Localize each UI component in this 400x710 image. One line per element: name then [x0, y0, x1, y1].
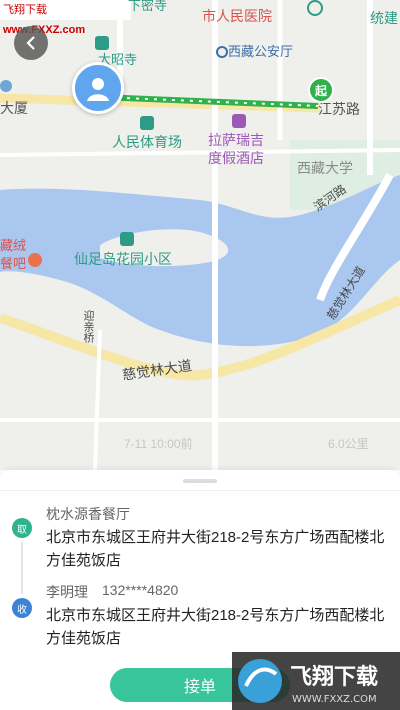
receiver-name: 李明理: [46, 584, 88, 600]
map-label-hotel-line1: 拉萨瑞吉: [208, 132, 264, 148]
residential-icon: [120, 232, 134, 246]
pickup-address: 北京市东城区王府井大街218-2号东方广场西配楼北方佳苑饭店: [46, 529, 385, 569]
building-icon: [0, 80, 12, 92]
map-base: [0, 0, 400, 470]
receiver-address: 北京市东城区王府井大街218-2号东方广场西配楼北方佳苑饭店: [46, 607, 385, 647]
watermark-bottom-url: WWW.FXXZ.COM: [292, 694, 377, 705]
temple-icon: [95, 36, 109, 50]
drag-handle[interactable]: [183, 479, 217, 483]
watermark-brand: 飞翔下载: [3, 4, 47, 16]
map-label-xianzudao: 仙足岛花园小区: [74, 251, 172, 267]
map-label-stadium: 人民体育场: [112, 134, 182, 150]
map-label-yingqinqiao: 迎亲桥: [82, 310, 94, 343]
back-button[interactable]: [14, 26, 48, 60]
map-label-restaurant-line2: 餐吧: [0, 256, 27, 271]
route-connector: [21, 542, 23, 594]
panel-divider: [0, 490, 400, 491]
poi-marker-icon: [307, 0, 323, 16]
start-marker: 起: [308, 77, 334, 103]
map-label-hotel-line2: 度假酒店: [208, 150, 264, 166]
hotel-icon: [232, 114, 246, 128]
watermark-top: 飞翔下载 www.FXXZ.com: [0, 0, 131, 36]
order-panel: 取 枕水源香餐厅 北京市东城区王府井大街218-2号东方广场西配楼北方佳苑饭店 …: [0, 470, 400, 710]
map-view[interactable]: 飞翔下载 www.FXXZ.com 下密寺 市人民医院 统建 大昭寺 西藏公安厅…: [0, 0, 400, 470]
person-icon: [87, 78, 109, 101]
restaurant-icon: [28, 253, 42, 267]
pickup-name: 枕水源香餐厅: [46, 506, 130, 522]
police-icon: [216, 46, 228, 58]
map-label-dasha: 大厦: [0, 100, 28, 116]
receiver-phone: 132****4820: [102, 582, 179, 598]
map-label-xizang-univ: 西藏大学: [297, 160, 353, 176]
watermark-logo: 飞翔下载 WWW.FXXZ.COM: [232, 652, 400, 710]
map-label-restaurant-line1: 藏绒: [0, 238, 27, 253]
map-label-gonganting: 西藏公安厅: [228, 44, 294, 59]
pickup-badge: 取: [12, 518, 32, 538]
stadium-icon: [140, 116, 154, 130]
map-label-jiangsulu: 江苏路: [318, 101, 360, 117]
map-label-hospital: 市人民医院: [202, 8, 272, 24]
watermark-bottom-brand: 飞翔下载: [290, 664, 378, 690]
map-label-faint-time: 7-11 10:00前: [124, 437, 193, 451]
receiver-badge: 收: [12, 598, 32, 618]
chevron-left-icon: [26, 36, 35, 50]
map-label-xiamisi: 下密寺: [128, 0, 168, 13]
courier-avatar: [72, 62, 124, 114]
map-label-faint-distance: 6.0公里: [328, 437, 369, 451]
map-label-tongjian: 统建: [370, 10, 398, 26]
